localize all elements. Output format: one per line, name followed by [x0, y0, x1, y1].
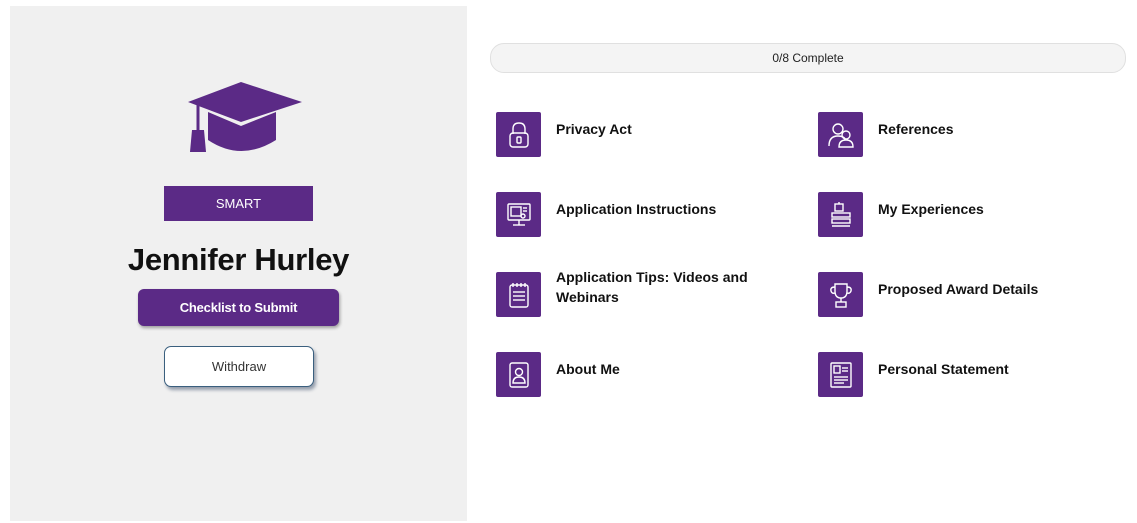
task-label: Proposed Award Details [878, 281, 1039, 297]
profile-panel: SMART Jennifer Hurley Checklist to Submi… [10, 6, 467, 521]
people-icon [818, 112, 863, 157]
task-label: Application Instructions [556, 201, 717, 217]
task-label: Personal Statement [878, 361, 1009, 377]
progress-label: 0/8 Complete [772, 51, 844, 65]
task-references[interactable]: References [818, 112, 1118, 162]
monitor-icon [496, 192, 541, 237]
task-my-experiences[interactable]: My Experiences [818, 192, 1118, 242]
task-application-tips[interactable]: Application Tips: Videos and Webinars [496, 269, 796, 322]
applicant-name: Jennifer Hurley [127, 242, 350, 277]
document-icon [818, 352, 863, 397]
withdraw-button[interactable]: Withdraw [164, 346, 314, 387]
notepad-icon [496, 272, 541, 317]
task-label: My Experiences [878, 201, 984, 217]
task-privacy-act[interactable]: Privacy Act [496, 112, 796, 162]
graduation-cap-icon [188, 82, 302, 152]
checklist-to-submit-button[interactable]: Checklist to Submit [138, 289, 339, 326]
task-personal-statement[interactable]: Personal Statement [818, 352, 1118, 402]
task-label: Privacy Act [556, 121, 632, 137]
application-dashboard: SMART Jennifer Hurley Checklist to Submi… [0, 0, 1137, 523]
lock-icon [496, 112, 541, 157]
profile-frame-icon [496, 352, 541, 397]
program-badge: SMART [164, 186, 313, 221]
task-label: About Me [556, 361, 620, 377]
experience-icon [818, 192, 863, 237]
trophy-icon [818, 272, 863, 317]
task-application-instructions[interactable]: Application Instructions [496, 192, 796, 242]
task-label: Application Tips: Videos and Webinars [556, 269, 748, 305]
task-proposed-award-details[interactable]: Proposed Award Details [818, 272, 1118, 322]
progress-bar: 0/8 Complete [490, 43, 1126, 73]
task-about-me[interactable]: About Me [496, 352, 796, 402]
task-label: References [878, 121, 954, 137]
